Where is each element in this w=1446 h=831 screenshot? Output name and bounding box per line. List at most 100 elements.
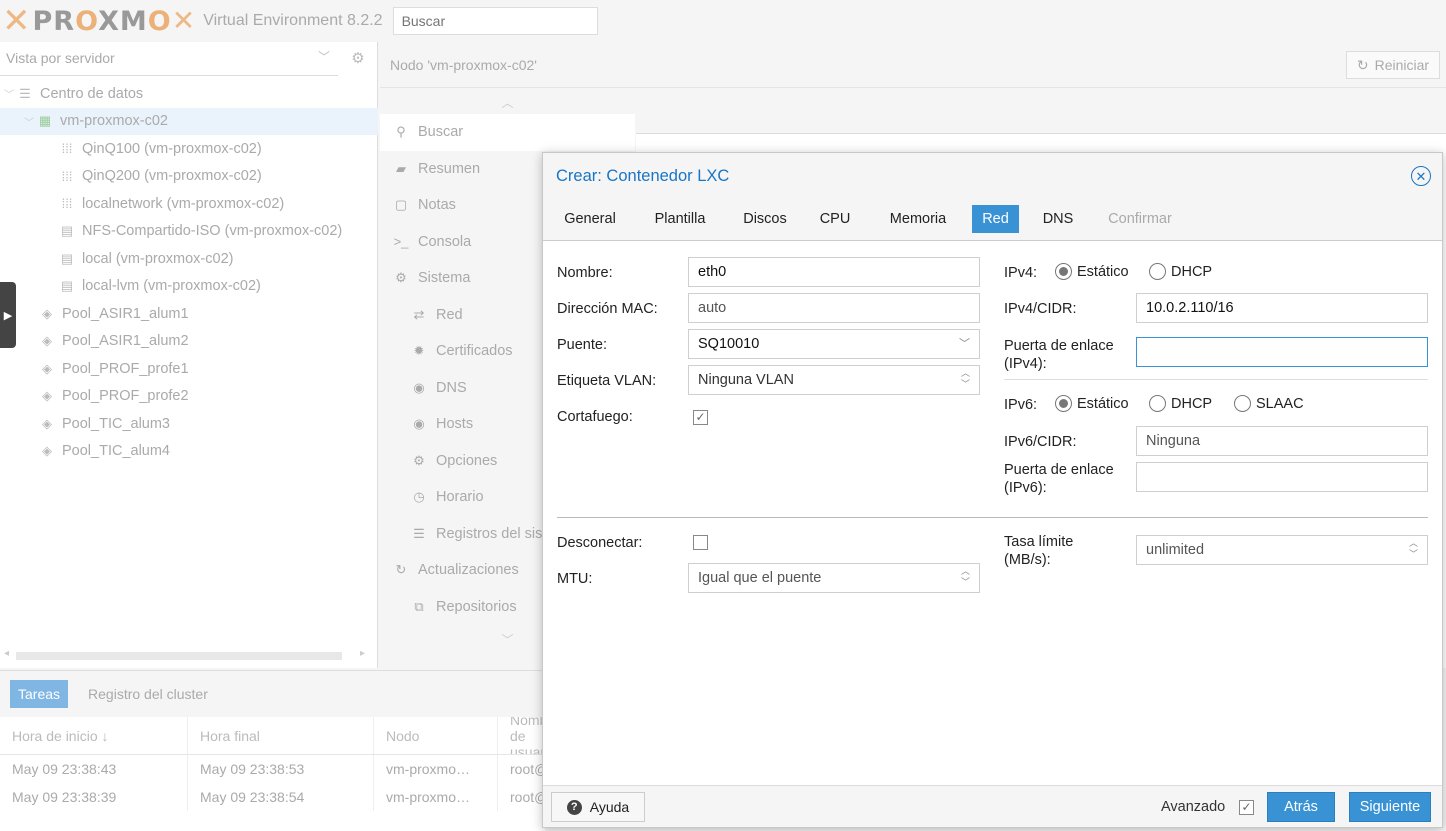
tab-memory[interactable]: Memoria xyxy=(881,205,955,233)
collapse-panel-handle[interactable]: ▶ xyxy=(0,282,16,348)
back-button[interactable]: Atrás xyxy=(1267,792,1335,822)
gear-icon[interactable]: ⚙ xyxy=(340,44,376,74)
tags-icon: ◈ xyxy=(42,333,52,349)
ipv6-cidr-field[interactable]: Ninguna xyxy=(1136,426,1428,456)
advanced-checkbox[interactable]: ✓ xyxy=(1239,800,1254,815)
radio-icon xyxy=(1234,395,1251,412)
ipv6-cidr-label: IPv6/CIDR: xyxy=(1004,434,1077,450)
ipv4-dhcp-radio[interactable]: DHCP xyxy=(1149,263,1212,280)
column-header[interactable]: Nombre de usuario xyxy=(498,717,545,754)
global-search-input[interactable] xyxy=(392,7,598,35)
tree-item-label: Pool_TIC_alum4 xyxy=(62,443,170,460)
tree-item-label: vm-proxmox-c02 xyxy=(60,113,168,130)
rate-limit-field[interactable]: unlimited ︿ ﹀ xyxy=(1136,535,1428,565)
tags-icon: ◈ xyxy=(42,415,52,431)
tab-dns[interactable]: DNS xyxy=(1034,205,1082,233)
scrollbar-track[interactable] xyxy=(16,652,342,660)
network-grid-icon: ⁞⁞⁞ xyxy=(61,141,73,157)
spinner-icon[interactable]: ︿ ﹀ xyxy=(961,368,970,390)
tree-item-pool[interactable]: ◈ Pool_PROF_profe2 xyxy=(0,383,378,411)
gateway-ipv6-field[interactable] xyxy=(1136,462,1428,492)
terminal-icon: >_ xyxy=(393,234,409,250)
mac-field[interactable]: auto xyxy=(688,293,980,323)
vlan-field-value: Ninguna VLAN xyxy=(698,372,794,388)
tree-item-label: local-lvm (vm-proxmox-c02) xyxy=(82,278,261,295)
tab-cluster-log[interactable]: Registro del cluster xyxy=(80,680,216,708)
disconnect-checkbox[interactable] xyxy=(693,535,708,550)
radio-label: Estático xyxy=(1077,395,1129,412)
tree-item-node[interactable]: ﹀ ▦ vm-proxmox-c02 xyxy=(0,107,378,135)
ipv4-cidr-field[interactable]: 10.0.2.110/16 xyxy=(1136,293,1428,323)
table-cell: vm-proxmo… xyxy=(374,783,498,811)
ipv6-static-radio[interactable]: Estático xyxy=(1055,395,1129,412)
create-container-dialog: Crear: Contenedor LXC ✕ General Plantill… xyxy=(542,152,1443,828)
menu-item-label: Red xyxy=(436,306,463,323)
help-button[interactable]: ? Ayuda xyxy=(551,792,645,822)
bridge-select[interactable]: SQ10010 ﹀ xyxy=(688,329,980,359)
tree-item-network[interactable]: ⁞⁞⁞ QinQ200 (vm-proxmox-c02) xyxy=(0,163,378,191)
radio-label: DHCP xyxy=(1171,263,1213,280)
tree-item-network[interactable]: ⁞⁞⁞ QinQ100 (vm-proxmox-c02) xyxy=(0,135,378,163)
restart-button-label: Reiniciar xyxy=(1374,57,1430,73)
tree-item-pool[interactable]: ◈ Pool_TIC_alum3 xyxy=(0,410,378,438)
column-header[interactable]: Hora de inicio ↓ xyxy=(0,717,188,754)
vlan-field[interactable]: Ninguna VLAN ︿ ﹀ xyxy=(688,365,980,395)
tab-general[interactable]: General xyxy=(557,205,623,233)
firewall-checkbox[interactable]: ✓ xyxy=(693,410,708,425)
menu-item-search[interactable]: ⚲ Buscar xyxy=(380,114,635,151)
table-cell: May 09 23:38:53 xyxy=(188,755,374,783)
ipv6-dhcp-radio[interactable]: DHCP xyxy=(1149,395,1212,412)
tab-template[interactable]: Plantilla xyxy=(647,205,713,233)
exchange-icon: ⇄ xyxy=(413,306,425,322)
tab-cpu[interactable]: CPU xyxy=(815,205,855,233)
tree-item-label: localnetwork (vm-proxmox-c02) xyxy=(82,195,285,212)
tree-item-label: Centro de datos xyxy=(40,85,144,102)
tab-network[interactable]: Red xyxy=(972,205,1019,233)
tree-item-network[interactable]: ⁞⁞⁞ localnetwork (vm-proxmox-c02) xyxy=(0,190,378,218)
next-button[interactable]: Siguiente xyxy=(1349,792,1431,822)
table-cell: May 09 23:38:43 xyxy=(0,755,188,783)
chevron-right-icon: ▶ xyxy=(3,309,13,322)
tree-item-pool[interactable]: ◈ Pool_ASIR1_alum2 xyxy=(0,328,378,356)
tree-item-pool[interactable]: ◈ Pool_PROF_profe1 xyxy=(0,355,378,383)
dialog-title: Crear: Contenedor LXC xyxy=(556,167,730,185)
globe-icon: ◉ xyxy=(413,379,425,395)
table-row[interactable]: May 09 23:38:39 May 09 23:38:54 vm-proxm… xyxy=(0,783,545,811)
disconnect-label: Desconectar: xyxy=(557,535,643,551)
tab-disks[interactable]: Discos xyxy=(737,205,793,233)
tree-item-storage[interactable]: ▤ local-lvm (vm-proxmox-c02) xyxy=(0,273,378,301)
tree-item-pool[interactable]: ◈ Pool_TIC_alum4 xyxy=(0,438,378,466)
close-icon[interactable]: ✕ xyxy=(1411,166,1431,186)
ipv4-static-radio[interactable]: Estático xyxy=(1055,263,1129,280)
storage-icon: ▤ xyxy=(60,278,74,294)
spinner-icon[interactable]: ︿ ﹀ xyxy=(961,566,970,588)
name-field[interactable]: eth0 xyxy=(688,257,980,287)
tab-tasks[interactable]: Tareas xyxy=(10,680,69,708)
tree-item-storage[interactable]: ▤ NFS-Compartido-ISO (vm-proxmox-c02) xyxy=(0,218,378,246)
tree-item-pool[interactable]: ◈ Pool_ASIR1_alum1 xyxy=(0,300,378,328)
radio-label: DHCP xyxy=(1171,395,1213,412)
menu-item-label: Consola xyxy=(418,233,472,250)
mtu-field[interactable]: Igual que el puente ︿ ﹀ xyxy=(688,563,980,593)
tree-horizontal-scrollbar[interactable]: ◂ ▸ xyxy=(0,648,378,664)
gateway-ipv4-field[interactable] xyxy=(1136,337,1428,367)
mtu-field-value: Igual que el puente xyxy=(698,570,822,586)
radio-selected-icon xyxy=(1055,395,1072,412)
tree-item-label: local (vm-proxmox-c02) xyxy=(82,250,234,267)
chevron-up-icon[interactable]: ︿ xyxy=(380,88,635,114)
menu-item-label: Resumen xyxy=(418,160,481,177)
gear-icon: ⚙ xyxy=(413,452,425,468)
tree-item-datacenter[interactable]: ﹀ ☰ Centro de datos xyxy=(0,80,378,108)
column-header[interactable]: Hora final xyxy=(188,717,374,754)
restart-button[interactable]: ↻ Reiniciar xyxy=(1346,51,1440,79)
tree-item-storage[interactable]: ▤ local (vm-proxmox-c02) xyxy=(0,245,378,273)
menu-item-label: Actualizaciones xyxy=(418,562,519,579)
ipv6-label: IPv6: xyxy=(1004,397,1038,413)
column-header[interactable]: Nodo xyxy=(374,717,498,754)
menu-item-label: Notas xyxy=(418,197,456,214)
ipv6-slaac-radio[interactable]: SLAAC xyxy=(1234,395,1304,412)
spinner-icon[interactable]: ︿ ﹀ xyxy=(1409,538,1418,560)
table-row[interactable]: May 09 23:38:43 May 09 23:38:53 vm-proxm… xyxy=(0,755,545,783)
restart-icon: ↻ xyxy=(1356,56,1369,73)
view-selector[interactable]: Vista por servidor ﹀ xyxy=(0,42,338,76)
